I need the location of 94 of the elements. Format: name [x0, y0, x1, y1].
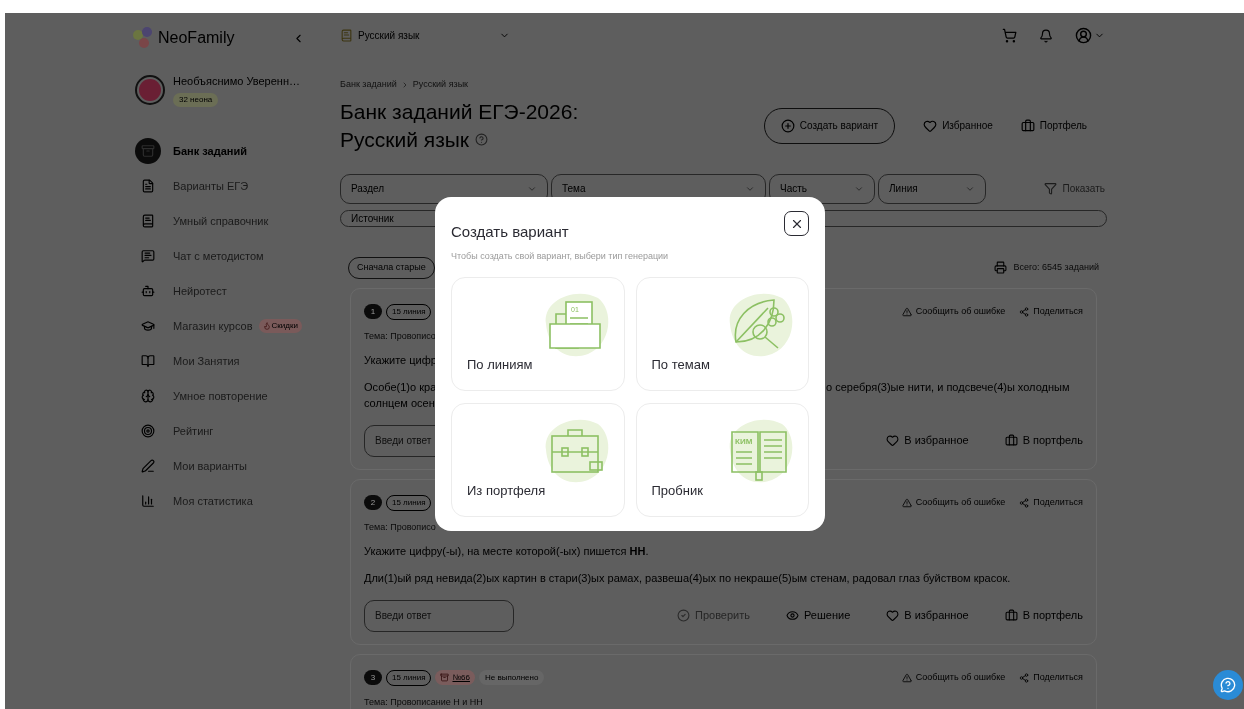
generation-option-card[interactable]: По темам	[635, 277, 809, 391]
brain-icon	[141, 389, 155, 403]
help-chat-icon	[1220, 677, 1236, 693]
close-button[interactable]	[784, 211, 809, 236]
page-title: Русский язык	[340, 126, 470, 153]
task-prompt: Укажите цифр	[364, 353, 437, 368]
flame-icon	[262, 322, 271, 330]
heart-icon	[923, 118, 938, 133]
graduation-cap-icon	[141, 319, 155, 333]
filter-icon	[1044, 182, 1058, 195]
book-icon	[141, 214, 155, 228]
generation-option-card[interactable]: Из портфеля	[451, 403, 625, 517]
nav-item[interactable]: Умное повторение	[120, 378, 330, 414]
briefcase-icon	[1004, 434, 1018, 447]
task-number: 3	[364, 670, 382, 685]
logo-icon	[132, 26, 154, 50]
nav-item[interactable]: Банк заданий	[120, 133, 330, 169]
nav-item[interactable]: Чат с методистом	[120, 238, 330, 274]
status-tag: Не выполнено	[478, 670, 545, 685]
favorite-button[interactable]: Избранное	[923, 118, 993, 133]
portfolio-button[interactable]: В портфель	[1004, 432, 1083, 449]
briefcase-icon	[1020, 118, 1035, 133]
archive-icon	[141, 144, 155, 158]
check-icon	[677, 609, 690, 622]
task-prompt: Укажите цифру(-ы), на месте которой(-ых) пишется НН.	[364, 544, 649, 559]
dialog-title: Создать вариант	[451, 222, 569, 242]
avatar[interactable]	[135, 74, 165, 105]
eye-icon	[786, 609, 799, 622]
printer-icon[interactable]	[994, 261, 1008, 274]
task-number: 2	[364, 495, 382, 510]
source-tag[interactable]: №66	[435, 670, 475, 685]
task-text: о серебря(3)ые нити, и подсвече(4)ы холодным	[826, 379, 1070, 395]
target-icon	[141, 424, 155, 438]
breadcrumb-current: Русский язык	[412, 78, 469, 91]
favorite-button[interactable]: В избранное	[886, 607, 969, 624]
briefcase-icon	[1004, 609, 1018, 622]
cart-icon[interactable]	[1002, 28, 1017, 43]
book-icon	[340, 29, 353, 42]
heart-icon	[886, 434, 900, 447]
favorite-button[interactable]: В избранное	[886, 432, 969, 449]
share-icon	[1019, 497, 1030, 508]
task-topic: Тема: Провописо	[364, 329, 436, 343]
open-book-icon	[141, 354, 155, 368]
bar-chart-icon	[141, 494, 155, 508]
page-title: Банк заданий ЕГЭ-2026:	[340, 98, 579, 125]
nav-item[interactable]: Мои варианты	[120, 448, 330, 484]
warning-icon	[901, 497, 912, 508]
task-text: Дли(1)ый ряд невида(2)ых картин в стари(3)ых рамах, развеша(4)ых по некраше(5)ым стенам, радовал глаз буйством красок.	[364, 570, 1011, 586]
bell-icon[interactable]	[1039, 28, 1053, 43]
logo-text: NeoFamily	[158, 28, 235, 48]
heart-icon	[886, 609, 900, 622]
portfolio-button[interactable]: Портфель	[1020, 118, 1087, 133]
nav-item[interactable]: Рейтинг	[120, 413, 330, 449]
total-count: Всего: 6545 заданий	[1013, 260, 1099, 274]
portfolio-button[interactable]: В портфель	[1004, 607, 1083, 624]
help-icon[interactable]	[475, 133, 489, 146]
report-error-button[interactable]: Сообщить об ошибке	[901, 495, 1006, 510]
task-topic: Тема: Провописо	[364, 520, 436, 534]
robot-icon	[141, 284, 155, 298]
nav-item[interactable]: Мои Занятия	[120, 343, 330, 379]
generation-option-card[interactable]: КИМ Пробник	[635, 403, 809, 517]
filter-dropdown[interactable]: Линия	[878, 173, 986, 204]
share-button[interactable]: Поделиться	[1019, 304, 1083, 319]
task-topic: Тема: Провописание Н и НН	[364, 695, 483, 709]
report-error-button[interactable]: Сообщить об ошибке	[901, 670, 1006, 685]
chat-icon	[141, 249, 155, 263]
nav-item[interactable]: Варианты ЕГЭ	[120, 168, 330, 204]
show-button[interactable]: Показать	[1044, 181, 1107, 196]
breadcrumb-link[interactable]: Банк заданий	[340, 78, 397, 92]
nav-item[interactable]: Нейротест	[120, 273, 330, 309]
share-icon	[1019, 672, 1030, 683]
user-icon[interactable]	[1075, 27, 1092, 44]
nav-item[interactable]: Магазин курсов Скидки	[120, 308, 330, 344]
plus-icon	[780, 118, 795, 133]
box-icon	[440, 673, 450, 682]
document-icon	[141, 179, 155, 193]
warning-icon	[901, 306, 912, 317]
discount-badge: Скидки	[258, 319, 302, 333]
nav-item[interactable]: Умный справочник	[120, 203, 330, 239]
user-name: Необъяснимо Уверенн…	[173, 74, 300, 89]
balance-badge: 32 неона	[173, 92, 219, 107]
answer-field[interactable]: Введи ответ	[364, 599, 514, 632]
task-text: солнцем осен	[364, 395, 436, 411]
share-button[interactable]: Поделиться	[1019, 495, 1083, 510]
subject-select[interactable]: Русский язык	[340, 28, 510, 43]
report-error-button[interactable]: Сообщить об ошибке	[901, 304, 1006, 319]
task-number: 1	[364, 304, 382, 319]
share-icon	[1019, 306, 1030, 317]
solution-button[interactable]: Решение	[786, 607, 851, 624]
pencil-icon	[141, 459, 155, 473]
nav-item[interactable]: Моя статистика	[120, 483, 330, 519]
dialog-subtitle: Чтобы создать свой вариант, выбери тип генерации	[451, 249, 670, 263]
warning-icon	[901, 672, 912, 683]
share-button[interactable]: Поделиться	[1019, 670, 1083, 685]
